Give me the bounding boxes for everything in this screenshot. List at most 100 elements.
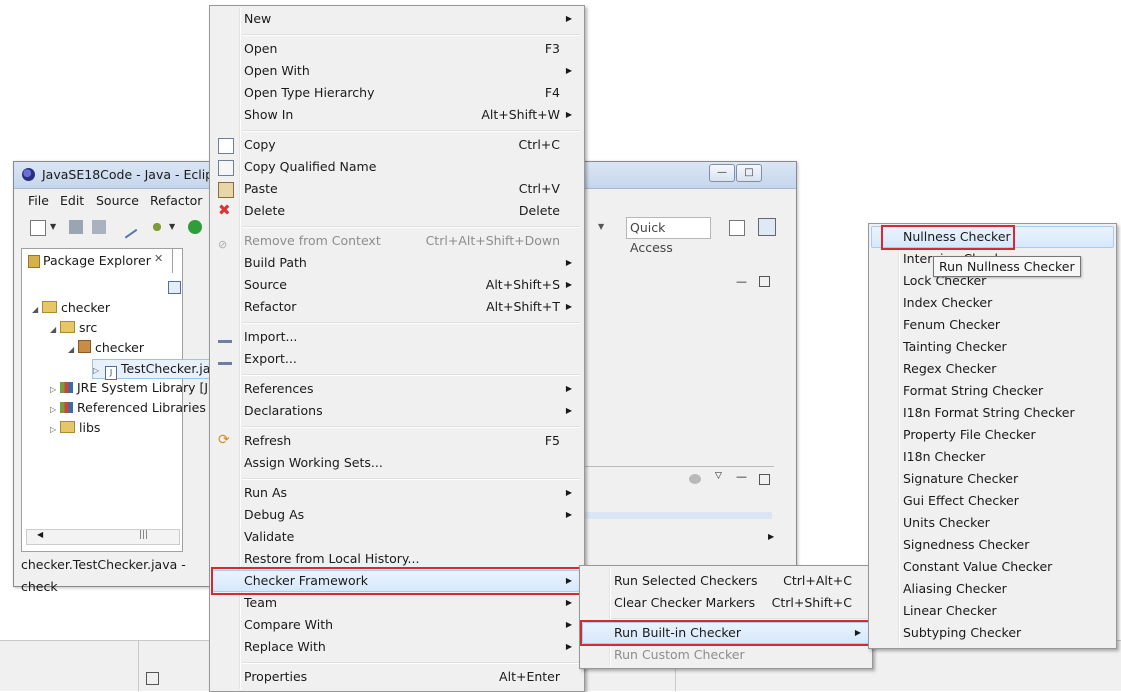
menu-item-clear-checker-markers[interactable]: Clear Checker Markers Ctrl+Shift+C <box>582 592 868 614</box>
menu-item-replace-with[interactable]: Replace With ▶ <box>212 636 580 658</box>
menu-item-properties[interactable]: Properties Alt+Enter <box>212 666 580 688</box>
quick-access-input[interactable]: Quick Access <box>626 217 711 255</box>
menu-item-import[interactable]: Import... <box>212 326 580 348</box>
menu-item-show-in[interactable]: Show In Alt+Shift+W ▶ <box>212 104 580 126</box>
package-explorer-icon <box>28 255 40 268</box>
tree-item-testchecker[interactable]: ▷ J TestChecker.ja <box>92 359 216 380</box>
view-menu-icon[interactable] <box>689 474 701 484</box>
save-icon[interactable] <box>69 220 83 234</box>
menu-item-gui-effect-checker[interactable]: Gui Effect Checker <box>871 490 1114 512</box>
menu-source[interactable]: Source <box>96 193 139 208</box>
scroll-right-icon[interactable]: ▶ <box>768 532 774 541</box>
tree-item-libs[interactable]: ▷ libs <box>50 419 100 437</box>
debug-icon[interactable] <box>150 220 164 234</box>
scroll-left-icon[interactable]: ◀ <box>37 530 43 539</box>
scrollbar-track[interactable] <box>574 512 772 519</box>
menu-item-open-type-hierarchy[interactable]: Open Type Hierarchy F4 <box>212 82 580 104</box>
menu-item-units-checker[interactable]: Units Checker <box>871 512 1114 534</box>
menu-item-i18n-checker[interactable]: I18n Checker <box>871 446 1114 468</box>
pin-icon[interactable] <box>116 217 138 239</box>
menu-item-validate[interactable]: Validate <box>212 526 580 548</box>
submenu-arrow-icon: ▶ <box>565 598 572 607</box>
submenu-arrow-icon: ▶ <box>565 406 572 415</box>
collapsed-triangle-icon[interactable]: ▷ <box>50 381 60 399</box>
highlight-box-run-built-in-checker <box>580 620 870 646</box>
minimize-view-icon[interactable]: — <box>736 275 747 288</box>
menu-item-aliasing-checker[interactable]: Aliasing Checker <box>871 578 1114 600</box>
menu-item-property-file-checker[interactable]: Property File Checker <box>871 424 1114 446</box>
menu-item-format-string-checker[interactable]: Format String Checker <box>871 380 1114 402</box>
save-all-icon[interactable] <box>92 220 106 234</box>
menu-file[interactable]: File <box>28 193 49 208</box>
minimize-view-icon[interactable]: — <box>736 470 747 483</box>
menu-item-copy[interactable]: Copy Ctrl+C <box>212 134 580 156</box>
menu-item-compare-with[interactable]: Compare With ▶ <box>212 614 580 636</box>
dropdown-arrow-icon[interactable]: ▽ <box>715 471 722 481</box>
menu-item-constant-value-checker[interactable]: Constant Value Checker <box>871 556 1114 578</box>
scroll-grip-icon[interactable]: ||| <box>139 530 148 540</box>
tree-item-src[interactable]: ◢ src <box>50 319 97 337</box>
menu-item-team[interactable]: Team ▶ <box>212 592 580 614</box>
menu-item-run-as[interactable]: Run As ▶ <box>212 482 580 504</box>
menu-item-run-custom-checker[interactable]: Run Custom Checker <box>582 644 868 666</box>
dropdown-arrow-icon[interactable]: ▼ <box>50 220 64 234</box>
menu-item-debug-as[interactable]: Debug As ▶ <box>212 504 580 526</box>
menu-item-regex-checker[interactable]: Regex Checker <box>871 358 1114 380</box>
close-icon[interactable]: ✕ <box>154 252 163 265</box>
dropdown-arrow-icon[interactable]: ▼ <box>598 220 612 234</box>
menu-item-assign-working-sets[interactable]: Assign Working Sets... <box>212 452 580 474</box>
submenu-arrow-icon: ▶ <box>565 488 572 497</box>
tree-label: Referenced Libraries <box>77 400 206 415</box>
maximize-view-icon[interactable] <box>759 474 770 485</box>
expand-triangle-icon[interactable]: ◢ <box>50 321 60 339</box>
menu-item-declarations[interactable]: Declarations ▶ <box>212 400 580 422</box>
menu-item-subtyping-checker[interactable]: Subtyping Checker <box>871 622 1114 644</box>
java-perspective-icon[interactable] <box>758 218 776 236</box>
status-icon[interactable] <box>146 672 159 685</box>
menu-item-signature-checker[interactable]: Signature Checker <box>871 468 1114 490</box>
menu-item-references[interactable]: References ▶ <box>212 378 580 400</box>
menu-item-signedness-checker[interactable]: Signedness Checker <box>871 534 1114 556</box>
menu-item-index-checker[interactable]: Index Checker <box>871 292 1114 314</box>
collapsed-triangle-icon[interactable]: ▷ <box>50 401 60 419</box>
menu-item-copy-qualified-name[interactable]: Copy Qualified Name <box>212 156 580 178</box>
menu-item-fenum-checker[interactable]: Fenum Checker <box>871 314 1114 336</box>
minimize-icon[interactable]: — <box>709 164 735 182</box>
run-icon[interactable] <box>188 220 202 234</box>
menu-item-source[interactable]: Source Alt+Shift+S ▶ <box>212 274 580 296</box>
tree-item-project[interactable]: ◢ checker <box>32 299 110 317</box>
menu-item-refresh[interactable]: ⟳ Refresh F5 <box>212 430 580 452</box>
tree-item-referenced-libraries[interactable]: ▷ Referenced Libraries <box>50 399 206 417</box>
import-icon <box>218 332 232 343</box>
dropdown-arrow-icon[interactable]: ▼ <box>169 220 183 234</box>
menu-item-delete[interactable]: ✖ Delete Delete <box>212 200 580 222</box>
horizontal-scrollbar[interactable]: ◀ ||| <box>26 529 180 545</box>
tree-item-jre[interactable]: ▷ JRE System Library [J <box>50 379 208 397</box>
collapsed-triangle-icon[interactable]: ▷ <box>50 421 60 439</box>
expand-triangle-icon[interactable]: ◢ <box>32 301 42 319</box>
menu-item-build-path[interactable]: Build Path ▶ <box>212 252 580 274</box>
menu-item-new[interactable]: New ▶ <box>212 8 580 30</box>
menu-edit[interactable]: Edit <box>60 193 84 208</box>
export-icon <box>218 354 232 365</box>
menu-item-tainting-checker[interactable]: Tainting Checker <box>871 336 1114 358</box>
menu-item-run-selected-checkers[interactable]: Run Selected Checkers Ctrl+Alt+C <box>582 570 868 592</box>
menu-item-remove-from-context[interactable]: ⊘ Remove from Context Ctrl+Alt+Shift+Down <box>212 230 580 252</box>
collapse-all-icon[interactable] <box>168 281 181 294</box>
open-perspective-icon[interactable] <box>729 220 745 236</box>
new-file-icon[interactable] <box>30 220 46 236</box>
menu-item-i18n-format-string-checker[interactable]: I18n Format String Checker <box>871 402 1114 424</box>
menu-item-linear-checker[interactable]: Linear Checker <box>871 600 1114 622</box>
maximize-icon[interactable]: □ <box>736 164 762 182</box>
tree-item-package[interactable]: ◢ checker <box>68 339 144 357</box>
package-explorer-tab[interactable]: Package Explorer ✕ <box>22 249 173 273</box>
maximize-view-icon[interactable] <box>759 276 770 287</box>
menu-item-open-with[interactable]: Open With ▶ <box>212 60 580 82</box>
menu-item-paste[interactable]: Paste Ctrl+V <box>212 178 580 200</box>
expand-triangle-icon[interactable]: ◢ <box>68 341 78 359</box>
collapsed-triangle-icon[interactable]: ▷ <box>93 362 105 380</box>
menu-item-open[interactable]: Open F3 <box>212 38 580 60</box>
menu-refactor[interactable]: Refactor <box>150 193 202 208</box>
menu-item-refactor[interactable]: Refactor Alt+Shift+T ▶ <box>212 296 580 318</box>
menu-item-export[interactable]: Export... <box>212 348 580 370</box>
